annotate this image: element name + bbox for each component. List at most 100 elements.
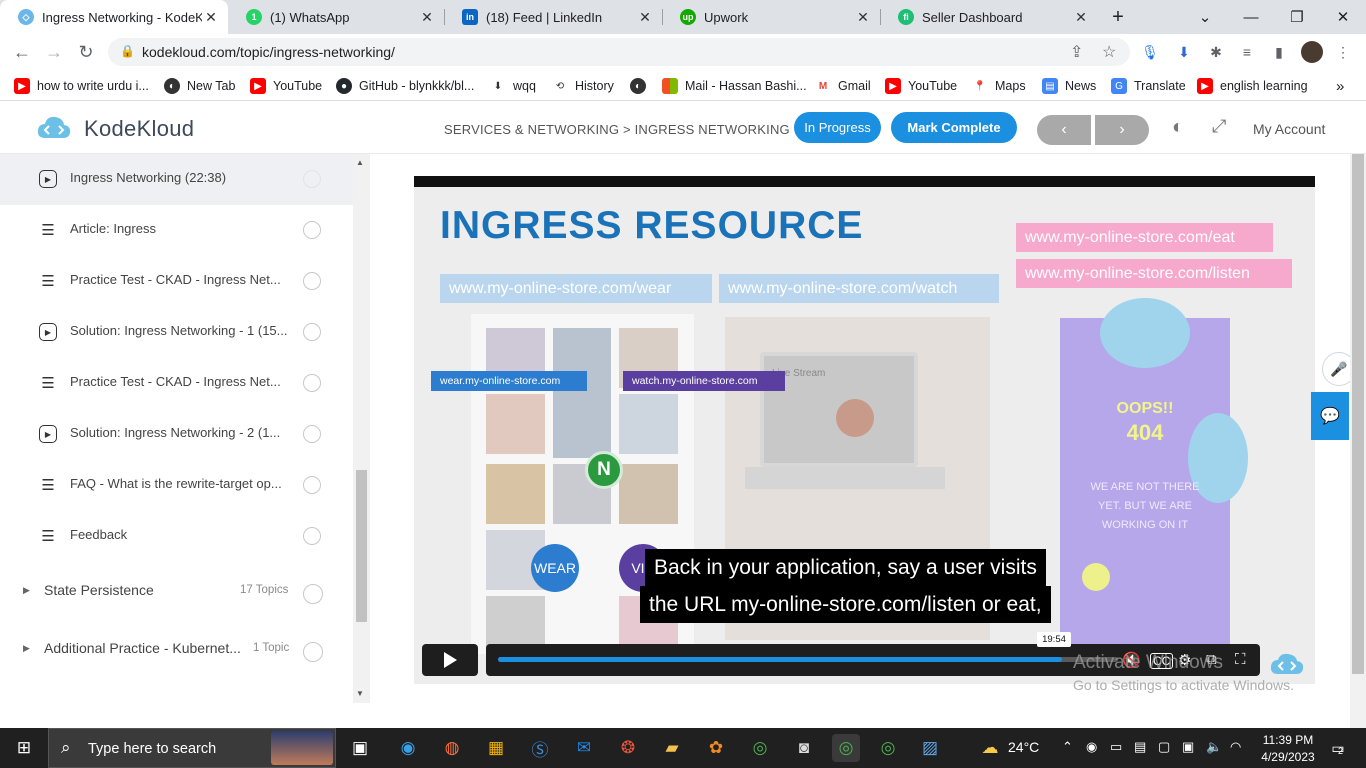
section-item[interactable]: ▶ State Persistence 17 Topics (0, 567, 353, 619)
tray-app-icon[interactable]: ▣ (1182, 739, 1194, 755)
bookmark-item[interactable]: ● GitHub - blynkkk/bl... (336, 76, 474, 96)
task-view-icon[interactable]: ▣ (346, 734, 374, 762)
fullscreen-icon[interactable]: ⛶ (1235, 651, 1246, 668)
bookmark-item[interactable]: M Gmail (815, 76, 871, 96)
kodekloud-logo-icon[interactable] (36, 114, 72, 142)
expand-caret-icon[interactable]: ▶ (23, 585, 30, 596)
voice-extension-icon[interactable]: 🎙 (1140, 42, 1160, 62)
lesson-item[interactable]: ☰ Practice Test - CKAD - Ingress Net... (0, 358, 353, 409)
close-tab-icon[interactable]: ✕ (636, 9, 654, 26)
settings-app-icon[interactable]: ✿ (702, 734, 730, 762)
wifi-icon[interactable]: ◠ (1230, 739, 1241, 755)
tab-linkedin[interactable]: in (18) Feed | LinkedIn ✕ (444, 0, 663, 34)
bookmark-item[interactable]: Mail - Hassan Bashi... (662, 76, 807, 96)
tab-seller-dashboard[interactable]: fi Seller Dashboard ✕ (880, 0, 1098, 34)
sidebar-scroll-thumb[interactable] (356, 470, 367, 622)
tray-chevron-icon[interactable]: ⌃ (1062, 739, 1073, 755)
photos-icon[interactable]: ▨ (916, 734, 944, 762)
logo-text[interactable]: KodeKloud (84, 116, 194, 142)
bookmark-item[interactable]: ▶ YouTube (250, 76, 322, 96)
expand-caret-icon[interactable]: ▶ (23, 643, 30, 654)
tab-kodekloud[interactable]: ◇ Ingress Networking - KodeKl ✕ (0, 0, 228, 34)
back-arrow-icon[interactable]: ← (10, 40, 34, 64)
side-panel-icon[interactable]: ▮ (1269, 42, 1289, 62)
taskbar-search-box[interactable]: ⌕ Type here to search (48, 728, 336, 768)
app-swirl-icon[interactable]: ❂ (614, 734, 642, 762)
tray-record-icon[interactable]: ◉ (1086, 739, 1097, 755)
lesson-label: Article: Ingress (70, 221, 156, 236)
bookmark-item[interactable]: ▶ YouTube (885, 76, 957, 96)
skype-icon[interactable]: Ⓢ (526, 734, 554, 762)
close-tab-icon[interactable]: ✕ (418, 9, 436, 26)
tray-display-icon[interactable]: ▤ (1134, 739, 1146, 755)
maps-pin-icon: 📍 (973, 80, 987, 92)
close-window-button[interactable]: ✕ (1320, 0, 1366, 34)
bookmark-item[interactable]: ⬇ wqq (490, 76, 536, 96)
previous-lesson-button[interactable]: ‹ (1037, 115, 1091, 145)
extensions-puzzle-icon[interactable]: ✱ (1206, 42, 1226, 62)
tab-whatsapp[interactable]: 1 (1) WhatsApp ✕ (228, 0, 445, 34)
weather-icon[interactable]: ☁ (976, 734, 1004, 762)
lesson-item[interactable]: ☰ Feedback (0, 511, 353, 562)
profile-avatar[interactable] (1301, 41, 1323, 63)
minimize-button[interactable]: — (1228, 0, 1274, 34)
page-scroll-thumb[interactable] (1352, 154, 1364, 674)
firefox-icon[interactable]: ◍ (438, 734, 466, 762)
tab-search-chevron-icon[interactable]: ⌄ (1182, 0, 1228, 34)
bookmark-item[interactable]: G Translate (1111, 76, 1186, 96)
file-explorer-icon[interactable]: ▰ (658, 734, 686, 762)
reload-icon[interactable]: ↻ (74, 40, 98, 64)
chrome-active-icon[interactable]: ◎ (832, 734, 860, 762)
scroll-up-arrow-icon[interactable]: ▲ (356, 158, 364, 167)
bookmark-item[interactable]: ▶ how to write urdu i... (14, 76, 149, 96)
section-item[interactable]: ▶ Additional Practice - Kubernet... 1 To… (0, 625, 353, 677)
bookmark-item[interactable]: ◐ New Tab (164, 76, 235, 96)
taskbar-clock[interactable]: 11:39 PM 4/29/2023 (1258, 732, 1318, 766)
bookmark-item[interactable]: 📍 Maps (972, 76, 1026, 96)
bookmark-star-icon[interactable]: ☆ (1102, 42, 1116, 62)
address-bar[interactable]: 🔒 kodekloud.com/topic/ingress-networking… (108, 38, 1130, 66)
windows-start-icon[interactable]: ⊞ (10, 734, 38, 762)
store-icon[interactable]: ▦ (482, 734, 510, 762)
bookmark-item[interactable]: ▤ News (1042, 76, 1096, 96)
close-tab-icon[interactable]: ✕ (202, 9, 220, 26)
lesson-item[interactable]: ☰ Article: Ingress (0, 205, 353, 256)
bookmark-item[interactable]: ⟲ History (552, 76, 614, 96)
lesson-item[interactable]: ☰ FAQ - What is the rewrite-target op... (0, 460, 353, 511)
new-tab-button[interactable]: + (1098, 0, 1138, 34)
expand-icon[interactable]: ⤢ (1212, 116, 1226, 137)
weather-temperature[interactable]: 24°C (1008, 739, 1039, 755)
my-account-link[interactable]: My Account (1253, 121, 1325, 137)
timestamp-tooltip: 19:54 (1037, 632, 1071, 647)
menu-kebab-icon[interactable]: ⋮ (1333, 42, 1353, 62)
chrome-icon[interactable]: ◎ (746, 734, 774, 762)
mark-complete-button[interactable]: Mark Complete (891, 112, 1017, 143)
tab-upwork[interactable]: up Upwork ✕ (662, 0, 881, 34)
play-button[interactable] (422, 644, 478, 676)
mail-icon[interactable]: ✉ (570, 734, 598, 762)
restore-button[interactable]: ❐ (1274, 0, 1320, 34)
volume-icon[interactable]: 🔈 (1206, 739, 1222, 755)
obs-icon[interactable]: ◙ (790, 734, 818, 762)
bookmark-item[interactable]: ◐ (630, 76, 653, 96)
chat-bubble-icon[interactable]: 💬 (1311, 392, 1349, 440)
close-tab-icon[interactable]: ✕ (1072, 9, 1090, 26)
bookmark-item[interactable]: ▶ english learning (1197, 76, 1308, 96)
more-bookmarks-chevron-icon[interactable]: » (1336, 76, 1344, 96)
dark-mode-moon-icon[interactable]: ◐ (1172, 116, 1184, 139)
lesson-item[interactable]: ☰ Practice Test - CKAD - Ingress Net... (0, 256, 353, 307)
chrome-profile-icon[interactable]: ◎ (874, 734, 902, 762)
share-icon[interactable]: ⇪ (1070, 42, 1083, 62)
lesson-item[interactable]: ▶ Solution: Ingress Networking - 2 (1... (0, 409, 353, 460)
lesson-item[interactable]: ▶ Ingress Networking (22:38) (0, 154, 353, 205)
download-extension-icon[interactable]: ⬇ (1174, 42, 1194, 62)
next-lesson-button[interactable]: › (1095, 115, 1149, 145)
tray-device-icon[interactable]: ▢ (1158, 739, 1170, 755)
forward-arrow-icon[interactable]: → (42, 40, 66, 64)
close-tab-icon[interactable]: ✕ (854, 9, 872, 26)
lesson-item[interactable]: ▶ Solution: Ingress Networking - 1 (15..… (0, 307, 353, 358)
media-control-icon[interactable]: ≡ (1237, 42, 1257, 62)
edge-icon[interactable]: ◉ (394, 734, 422, 762)
battery-icon[interactable]: ▭ (1110, 739, 1122, 755)
scroll-down-arrow-icon[interactable]: ▼ (356, 689, 364, 698)
